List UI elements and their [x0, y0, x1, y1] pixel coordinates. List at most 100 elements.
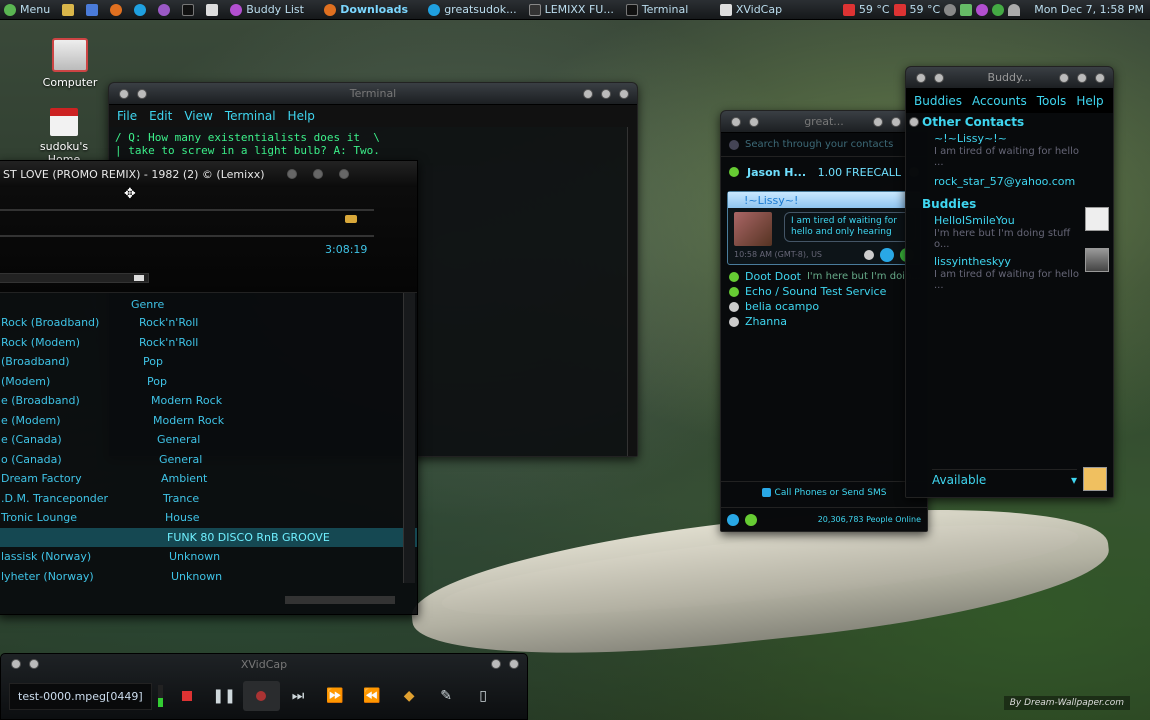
minimize-icon[interactable]	[1059, 72, 1069, 83]
menu-view[interactable]: View	[184, 109, 212, 123]
genre-header[interactable]: Genre	[131, 298, 164, 311]
seek-bar[interactable]	[0, 209, 374, 211]
terminal-titlebar[interactable]: Terminal	[109, 83, 637, 105]
terminal-output[interactable]: / Q: How many existentialists does it \ …	[109, 127, 637, 161]
skype-icon[interactable]	[727, 513, 739, 526]
contact-item[interactable]: Echo / Sound Test Service	[721, 284, 927, 299]
contact-item[interactable]: belia ocampo	[721, 299, 927, 314]
list-item[interactable]: Dream Factory Ambient	[0, 469, 417, 489]
task-lemixx[interactable]: LEMIXX FU...	[525, 0, 618, 19]
buddy-item[interactable]: HelloISmileYou I'm here but I'm doing st…	[906, 207, 1113, 250]
task-buddy-list[interactable]: Buddy List	[226, 0, 316, 19]
contact-search[interactable]: Search through your contacts	[721, 133, 927, 157]
shade-icon[interactable]	[749, 116, 759, 127]
battery-icon[interactable]	[960, 3, 973, 16]
contact-card[interactable]: !~Lissy~! I am tired of waiting for hell…	[727, 191, 921, 265]
wifi-icon[interactable]	[1008, 3, 1021, 16]
rewind-icon[interactable]: ⏪	[354, 681, 391, 711]
maximize-icon[interactable]	[601, 88, 611, 99]
list-item[interactable]: Rock (Broadband) Rock'n'Roll	[0, 313, 417, 333]
pidgin-tray-icon[interactable]	[976, 3, 989, 16]
task-downloads[interactable]: Downloads	[320, 0, 420, 19]
buddy-titlebar[interactable]: Buddy...	[906, 67, 1113, 89]
menu-help[interactable]: Help	[1076, 94, 1103, 108]
menu-help[interactable]: Help	[288, 109, 315, 123]
launcher-pidgin-icon[interactable]	[154, 0, 174, 19]
launcher-firefox-icon[interactable]	[106, 0, 126, 19]
menu-buddies[interactable]: Buddies	[914, 94, 962, 108]
status-selector[interactable]: Available ▾	[932, 469, 1077, 489]
clock[interactable]: Mon Dec 7, 1:58 PM	[1034, 3, 1144, 16]
list-item[interactable]: Rock (Modem) Rock'n'Roll	[0, 333, 417, 353]
close-icon[interactable]	[1095, 72, 1105, 83]
buddy-item[interactable]: ~!~Lissy~!~ I am tired of waiting for he…	[906, 131, 1113, 168]
terminal-scrollbar[interactable]	[627, 127, 637, 456]
update-icon[interactable]	[992, 3, 1005, 16]
menu-tools[interactable]: Tools	[1037, 94, 1067, 108]
task-xvidcap[interactable]: XVidCap	[716, 0, 806, 19]
list-item[interactable]: e (Canada) General	[0, 430, 417, 450]
forward-icon[interactable]: ⏩	[317, 681, 354, 711]
menu-terminal[interactable]: Terminal	[225, 109, 276, 123]
group-buddies[interactable]: Buddies	[906, 195, 1113, 213]
list-item[interactable]: (Broadband) Pop	[0, 352, 417, 372]
list-item[interactable]: e (Broadband) Modern Rock	[0, 391, 417, 411]
step-forward-icon[interactable]: ⏭	[280, 681, 317, 711]
group-other-contacts[interactable]: Other Contacts	[906, 113, 1113, 131]
shade-icon[interactable]	[934, 72, 944, 83]
stop-icon[interactable]	[169, 681, 206, 711]
record-icon[interactable]	[242, 681, 280, 711]
maximize-icon[interactable]	[1077, 72, 1087, 83]
close-icon[interactable]	[338, 169, 349, 179]
minimize-icon[interactable]	[583, 88, 593, 99]
maximize-icon[interactable]	[891, 116, 901, 127]
list-item-selected[interactable]: FUNK 80 DISCO RnB GROOVE	[0, 527, 417, 547]
volume-handle-icon[interactable]	[134, 275, 144, 281]
list-item[interactable]: Tronic Lounge House	[0, 508, 417, 528]
buddy-icon[interactable]	[1083, 467, 1107, 491]
launcher-desktop-icon[interactable]	[82, 0, 102, 19]
contact-item[interactable]: Doot Doot I'm here but I'm doin...	[721, 269, 927, 284]
call-phones-row[interactable]: Call Phones or Send SMS	[721, 481, 927, 503]
desktop-computer[interactable]: Computer	[30, 38, 110, 89]
shade-icon[interactable]	[29, 659, 39, 669]
close-icon[interactable]	[509, 659, 519, 669]
buddy-item[interactable]: lissyintheskyy I am tired of waiting for…	[906, 248, 1113, 291]
menu-edit[interactable]: Edit	[149, 109, 172, 123]
file-icon[interactable]: ▯	[465, 681, 502, 711]
minimize-icon[interactable]	[286, 169, 297, 179]
horizontal-scrollbar[interactable]	[285, 596, 395, 604]
tag-icon[interactable]: ◆	[391, 681, 428, 711]
search-input[interactable]: Search through your contacts	[745, 139, 893, 150]
settings-icon[interactable]	[944, 3, 957, 16]
skype-titlebar[interactable]: great...	[721, 111, 927, 133]
status-online-icon[interactable]	[745, 513, 757, 526]
list-item[interactable]: lyheter (Norway) Unknown	[0, 567, 417, 587]
menu-accounts[interactable]: Accounts	[972, 94, 1027, 108]
menu-button[interactable]: Menu	[0, 0, 54, 19]
task-terminal[interactable]: Terminal	[622, 0, 712, 19]
close-icon[interactable]	[909, 116, 919, 127]
launcher-terminal-icon[interactable]	[178, 0, 198, 19]
edit-icon[interactable]: ✎	[428, 681, 465, 711]
volume-slider[interactable]	[0, 273, 149, 283]
list-item[interactable]: e (Modem) Modern Rock	[0, 411, 417, 431]
shade-icon[interactable]	[137, 88, 147, 99]
launcher-files-icon[interactable]	[58, 0, 78, 19]
my-status-row[interactable]: Jason H... 1.00 FREECALL	[721, 157, 927, 187]
launcher-screenshot-icon[interactable]	[202, 0, 222, 19]
minimize-icon[interactable]	[491, 659, 501, 669]
dropdown-icon[interactable]	[864, 250, 874, 260]
window-menu-icon[interactable]	[916, 72, 926, 83]
window-menu-icon[interactable]	[119, 88, 129, 99]
task-greatsudoku[interactable]: greatsudok...	[424, 0, 520, 19]
pause-icon[interactable]: ❚❚	[206, 681, 243, 711]
maximize-icon[interactable]	[312, 169, 323, 179]
contact-item[interactable]: Zhanna	[721, 314, 927, 329]
list-item[interactable]: lassisk (Norway) Unknown	[0, 547, 417, 567]
close-icon[interactable]	[619, 88, 629, 99]
list-scrollbar[interactable]	[403, 293, 415, 583]
menu-file[interactable]: File	[117, 109, 137, 123]
seek-bar-2[interactable]	[0, 235, 374, 237]
window-menu-icon[interactable]	[731, 116, 741, 127]
